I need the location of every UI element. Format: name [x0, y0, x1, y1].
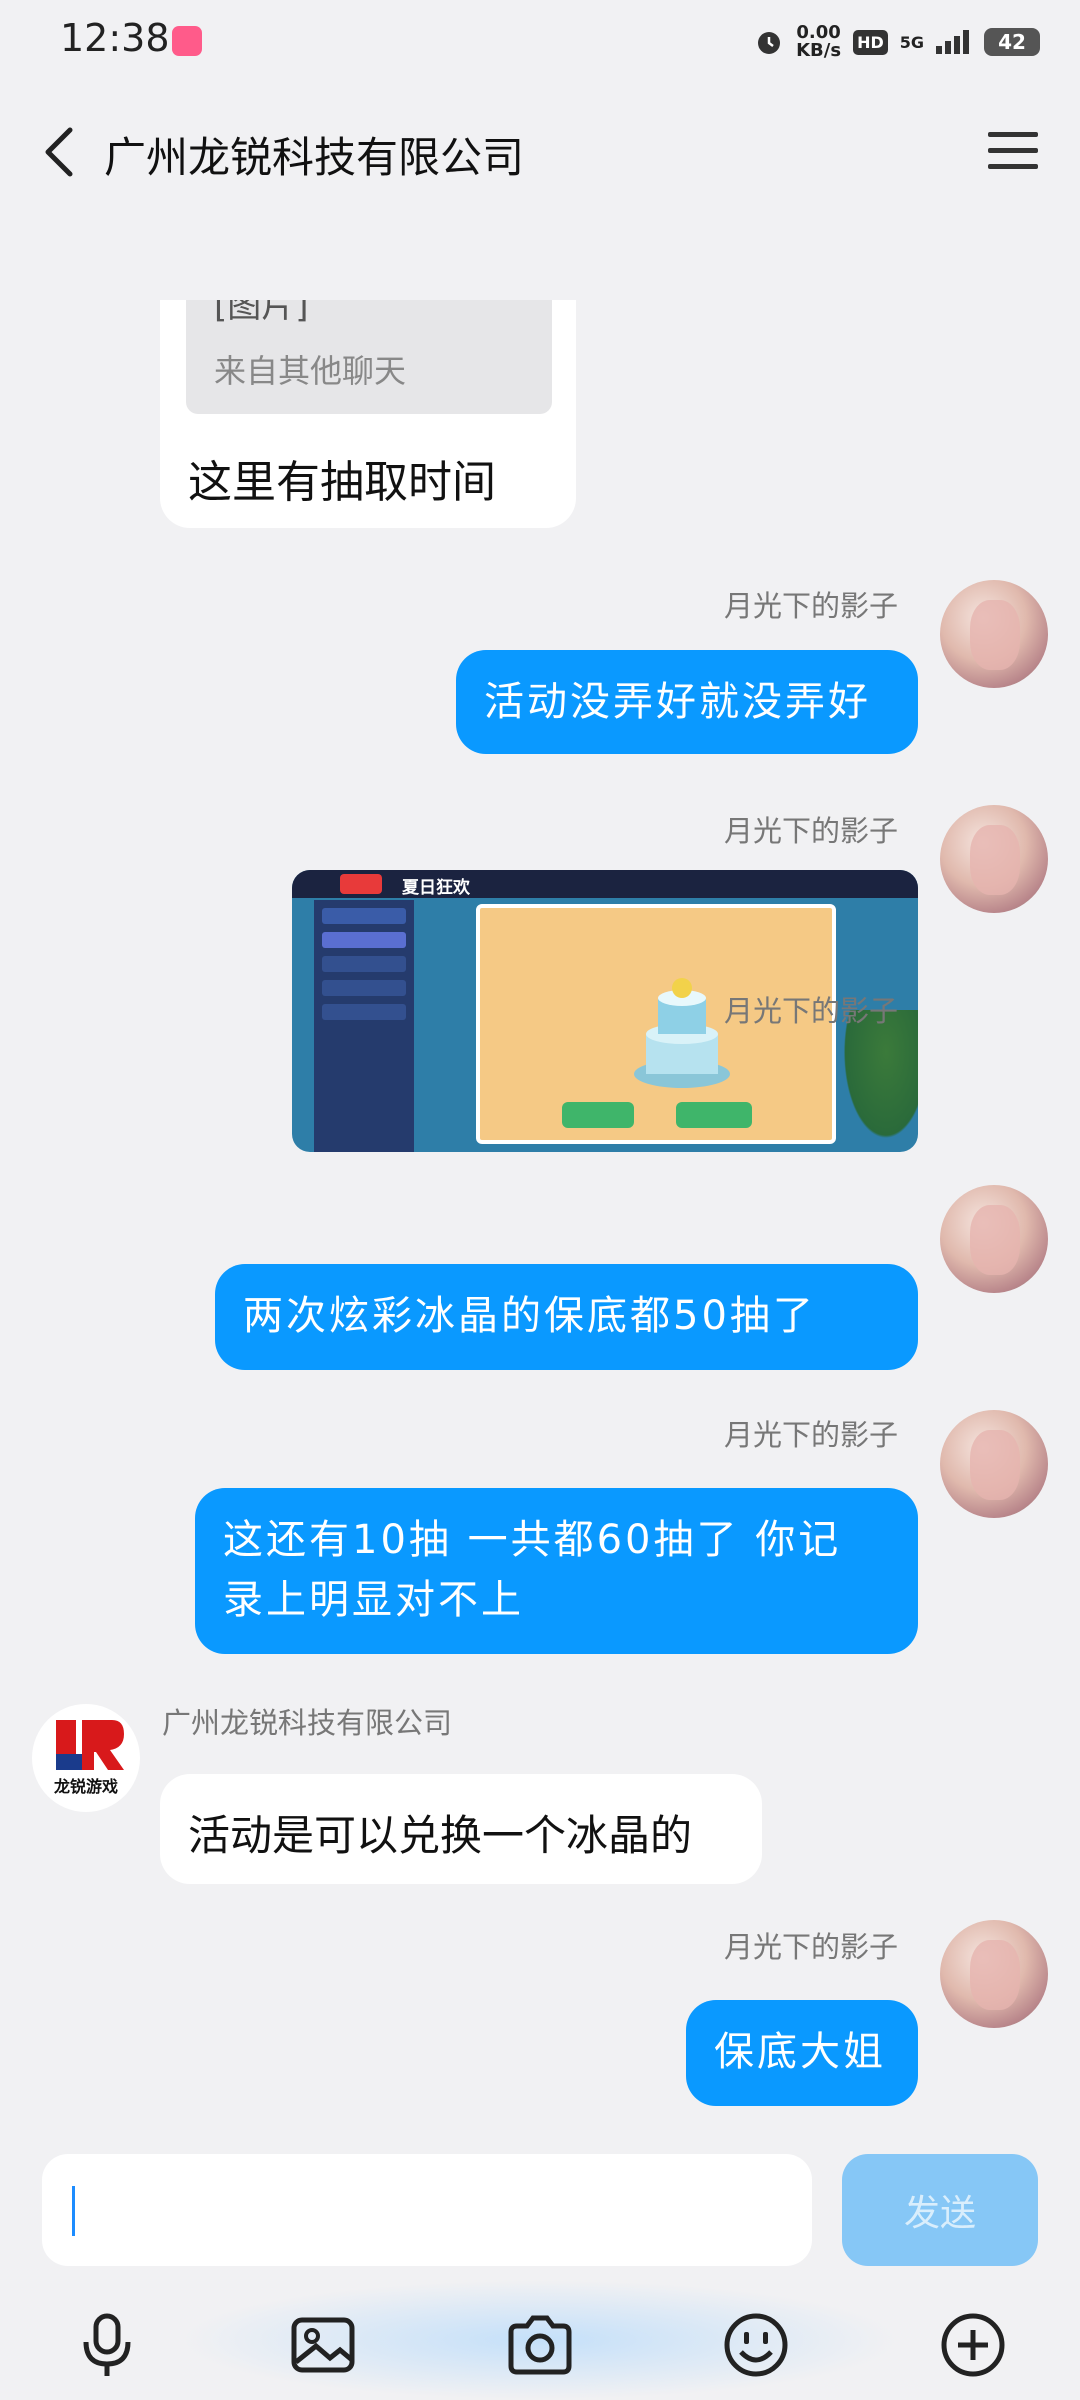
user-avatar[interactable] — [940, 1410, 1048, 1518]
quote-source: 来自其他聊天 — [214, 352, 407, 390]
composer: 发送 — [0, 2130, 1080, 2400]
company-logo-icon: 龙锐游戏 — [53, 1720, 124, 1796]
screenshot-menu-item — [322, 908, 406, 924]
sender-name: 月光下的影子 — [724, 589, 899, 623]
menu-icon[interactable] — [984, 126, 1042, 176]
message-bubble[interactable]: 活动是可以兑换一个冰晶的 — [160, 1774, 762, 1884]
screenshot-sidebar — [314, 900, 414, 1152]
status-indicators: 0.00 KB/s HD 5G 42 — [754, 20, 1040, 64]
message-text: 保底大姐 — [714, 2029, 886, 2075]
user-avatar[interactable] — [940, 1185, 1048, 1293]
screenshot-button — [676, 1102, 752, 1128]
message-bubble[interactable]: 保底大姐 — [686, 2000, 918, 2106]
status-time: 12:38 — [60, 16, 170, 60]
alarm-icon — [758, 32, 781, 54]
message-bubble[interactable]: 两次炫彩冰晶的保底都50抽了 — [215, 1264, 918, 1370]
message-text: 两次炫彩冰晶的保底都50抽了 — [243, 1293, 816, 1339]
sender-name: 月光下的影子 — [724, 1418, 899, 1452]
company-avatar[interactable]: 龙锐游戏 — [32, 1704, 140, 1812]
image-icon[interactable] — [288, 2310, 358, 2380]
network-speed-unit: KB/s — [796, 40, 842, 61]
screenshot-button — [562, 1102, 634, 1128]
sender-name: 月光下的影子 — [724, 1930, 899, 1964]
quote-image-tag: [图片] — [214, 300, 309, 326]
network-type: 5G — [899, 32, 924, 52]
screenshot-topbar: 夏日狂欢 — [292, 870, 918, 898]
composer-toolbar — [0, 2290, 1080, 2400]
message-text: 活动没弄好就没弄好 — [484, 679, 871, 725]
message-bubble[interactable]: 活动没弄好就没弄好 — [456, 650, 918, 754]
quoted-message[interactable]: [图片] 来自其他聊天 这里有抽取时间 — [160, 300, 576, 528]
sender-name: 月光下的影子 — [724, 814, 899, 848]
screenshot-palm-tree — [838, 1010, 918, 1150]
add-icon[interactable] — [938, 2310, 1008, 2380]
message-text: 这里有抽取时间 — [188, 457, 496, 508]
user-avatar[interactable] — [940, 1920, 1048, 2028]
camera-icon[interactable] — [505, 2310, 575, 2380]
status-bar: 12:38 0.00 KB/s HD 5G 42 — [0, 0, 1080, 80]
chat-title: 广州龙锐科技有限公司 — [104, 133, 525, 182]
sender-name: 广州龙锐科技有限公司 — [162, 1706, 453, 1740]
screenshot-back-button — [340, 874, 382, 894]
message-text-line: 录上明显对不上 — [223, 1577, 524, 1623]
message-bubble[interactable]: 这还有10抽 一共都60抽了 你记 录上明显对不上 — [195, 1488, 918, 1654]
emoji-icon[interactable] — [721, 2310, 791, 2380]
microphone-icon[interactable] — [72, 2310, 142, 2380]
user-avatar[interactable] — [940, 580, 1048, 688]
text-caret — [72, 2186, 75, 2236]
app-notification-icon — [172, 26, 202, 56]
back-icon[interactable] — [30, 120, 94, 184]
company-logo-name: 龙锐游戏 — [53, 1777, 118, 1796]
network-speed: 0.00 KB/s — [796, 24, 841, 60]
sender-name: 月光下的影子 — [724, 994, 899, 1028]
quote-preview[interactable]: [图片] 来自其他聊天 — [186, 300, 552, 414]
message-input[interactable] — [42, 2154, 812, 2266]
chat-header: 广州龙锐科技有限公司 — [0, 100, 1080, 204]
message-text-line: 这还有10抽 一共都60抽了 你记 — [223, 1517, 842, 1563]
screenshot-menu-item — [322, 980, 406, 996]
screenshot-menu-item — [322, 956, 406, 972]
chat-message-list[interactable]: [图片] 来自其他聊天 这里有抽取时间 月光下的影子 活动没弄好就没弄好 月光下… — [0, 300, 1080, 2130]
signal-icon — [936, 30, 969, 54]
hd-badge: HD — [853, 29, 888, 55]
battery-indicator: 42 — [984, 28, 1040, 56]
send-button[interactable]: 发送 — [842, 2154, 1038, 2266]
screenshot-menu-item — [322, 932, 406, 948]
message-text: 活动是可以兑换一个冰晶的 — [188, 1811, 693, 1860]
screenshot-title: 夏日狂欢 — [402, 878, 470, 898]
screenshot-cake-graphic — [634, 978, 730, 1088]
screenshot-menu-item — [322, 1004, 406, 1020]
user-avatar[interactable] — [940, 805, 1048, 913]
